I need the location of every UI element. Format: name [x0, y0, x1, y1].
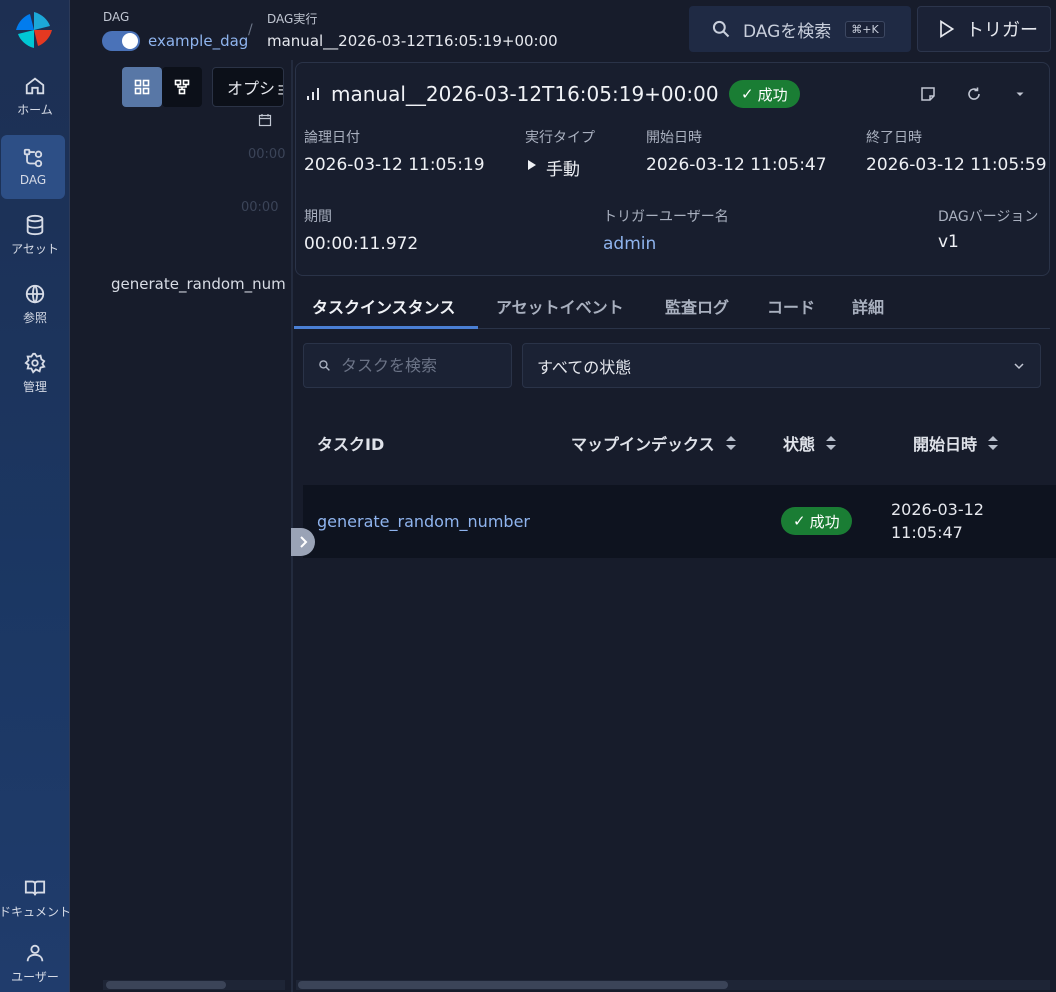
- nav-assets-label: アセット: [11, 241, 59, 256]
- grid-view-button[interactable]: [122, 67, 162, 107]
- nav-docs[interactable]: ドキュメント: [0, 866, 72, 930]
- nav-assets[interactable]: アセット: [0, 203, 70, 267]
- chevron-right-icon: [300, 536, 308, 548]
- row-status-badge: ✓ 成功: [781, 507, 852, 535]
- dag-crumb-label: DAG: [103, 10, 130, 24]
- dag-search-label: DAGを検索: [743, 21, 832, 42]
- trigger-label: トリガー: [966, 20, 1038, 41]
- database-icon: [26, 214, 44, 235]
- dag-version-label: DAGバージョン: [938, 209, 1039, 225]
- chevron-down-icon[interactable]: [1011, 85, 1029, 103]
- dag-search-button[interactable]: DAGを検索 ⌘+K: [689, 6, 911, 52]
- duration-axis-label-1: 00:00: [248, 147, 286, 162]
- run-type-value: 手動: [546, 160, 580, 180]
- nav-dag-label: DAG: [19, 173, 47, 187]
- run-crumb-value[interactable]: manual__2026-03-12T16:05:19+00:00: [267, 32, 558, 50]
- nav-dag[interactable]: DAG: [1, 135, 65, 199]
- task-search-input[interactable]: [341, 356, 491, 375]
- tab-audit-log[interactable]: 監査ログ: [665, 294, 729, 318]
- options-label: オプション: [227, 79, 283, 98]
- search-shortcut: ⌘+K: [845, 20, 885, 38]
- search-icon: [319, 360, 330, 371]
- start-date-value: 2026-03-12 11:05:47: [646, 155, 827, 175]
- nav-docs-label: ドキュメント: [0, 904, 72, 919]
- logical-date-value: 2026-03-12 11:05:19: [304, 155, 485, 175]
- sort-icon: [988, 436, 999, 450]
- refresh-icon[interactable]: [965, 85, 983, 103]
- user-icon: [26, 944, 44, 961]
- check-icon: ✓: [793, 512, 806, 530]
- duration-axis-label-2: 00:00: [241, 200, 279, 215]
- nav-browse-label: 参照: [22, 310, 47, 325]
- column-header-start-date[interactable]: 開始日時: [913, 431, 999, 455]
- options-button[interactable]: オプション: [212, 67, 284, 107]
- run-title: manual__2026-03-12T16:05:19+00:00: [331, 82, 719, 106]
- calendar-icon[interactable]: [258, 113, 272, 127]
- panel-splitter[interactable]: [291, 60, 293, 992]
- search-icon: [712, 20, 730, 38]
- nav-home[interactable]: ホーム: [0, 64, 70, 128]
- tab-asset-events[interactable]: アセットイベント: [496, 294, 624, 318]
- run-status-badge: ✓ 成功: [729, 80, 800, 108]
- left-horizontal-scrollbar[interactable]: [106, 981, 226, 989]
- tab-details[interactable]: 詳細: [852, 294, 884, 318]
- grid-task-name[interactable]: generate_random_number: [111, 275, 286, 293]
- logical-date-label: 論理日付: [304, 130, 360, 146]
- sort-icon: [826, 436, 837, 450]
- run-status-text: 成功: [757, 85, 788, 104]
- tab-code[interactable]: コード: [767, 294, 815, 318]
- row-task-id-link[interactable]: generate_random_number: [317, 512, 530, 531]
- state-filter-value: すべての状態: [537, 357, 632, 377]
- end-date-value: 2026-03-12 11:05:59: [866, 155, 1047, 175]
- nav-user[interactable]: ユーザー: [0, 934, 70, 992]
- row-start-time: 11:05:47: [891, 523, 963, 542]
- column-header-task-id[interactable]: タスクID: [317, 431, 384, 455]
- right-horizontal-scrollbar[interactable]: [298, 981, 728, 989]
- row-start-date: 2026-03-12: [891, 500, 984, 519]
- run-crumb-label: DAG実行: [267, 12, 318, 26]
- gear-icon: [24, 352, 46, 374]
- grid-icon: [134, 79, 150, 95]
- dag-pause-toggle[interactable]: [102, 31, 140, 51]
- run-type-label: 実行タイプ: [525, 130, 595, 146]
- trigger-button[interactable]: トリガー: [917, 6, 1051, 52]
- airflow-logo-icon[interactable]: [14, 10, 54, 50]
- nav-home-label: ホーム: [17, 102, 53, 117]
- column-header-map-index[interactable]: マップインデックス: [571, 431, 737, 455]
- sort-icon: [725, 436, 736, 450]
- duration-value: 00:00:11.972: [304, 234, 419, 254]
- nav-user-label: ユーザー: [11, 969, 59, 984]
- state-filter-select[interactable]: すべての状態: [522, 343, 1041, 388]
- chevron-down-icon: [1014, 363, 1024, 370]
- breadcrumb-separator: /: [248, 22, 253, 38]
- note-icon[interactable]: [919, 85, 937, 103]
- duration-label: 期間: [304, 209, 332, 225]
- globe-icon: [25, 284, 45, 304]
- dag-name-link[interactable]: example_dag: [148, 32, 248, 50]
- row-status-text: 成功: [809, 512, 840, 531]
- tab-task-instances[interactable]: タスクインスタンス: [312, 294, 455, 318]
- nav-admin-label: 管理: [22, 379, 47, 394]
- play-icon: [940, 19, 955, 39]
- trigger-user-value[interactable]: admin: [603, 234, 656, 254]
- graph-icon: [174, 79, 190, 95]
- nav-admin[interactable]: 管理: [0, 341, 70, 405]
- start-date-label: 開始日時: [646, 130, 702, 146]
- side-nav: ホーム DAG アセット 参照 管理 ドキュメント ユーザー: [0, 0, 72, 992]
- home-icon: [25, 77, 45, 94]
- graph-view-button[interactable]: [162, 67, 202, 107]
- nav-browse[interactable]: 参照: [0, 272, 70, 336]
- check-icon: ✓: [741, 85, 754, 103]
- signal-icon: [307, 88, 319, 100]
- book-icon: [24, 880, 46, 895]
- active-tab-indicator: [294, 326, 478, 329]
- dag-icon: [23, 148, 43, 168]
- column-header-state[interactable]: 状態: [783, 431, 837, 455]
- play-small-icon: [528, 160, 536, 170]
- dag-version-value: v1: [938, 232, 959, 252]
- task-search-box[interactable]: [303, 343, 512, 388]
- end-date-label: 終了日時: [866, 130, 922, 146]
- trigger-user-label: トリガーユーザー名: [603, 209, 729, 225]
